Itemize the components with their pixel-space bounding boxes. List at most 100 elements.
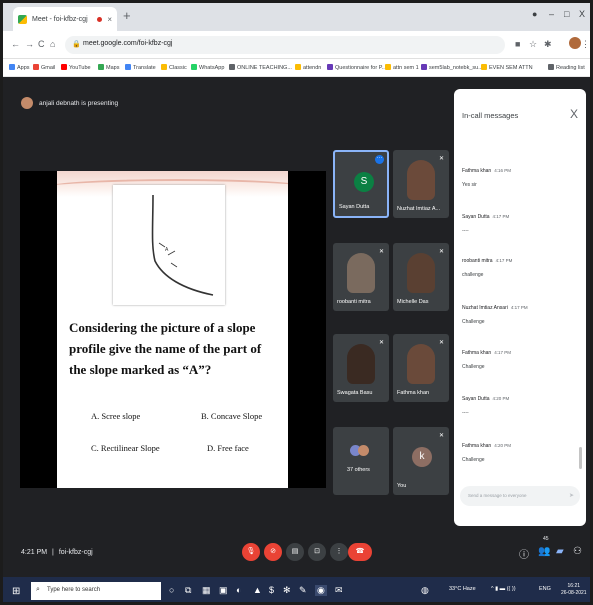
- option-a: A. Scree slope: [91, 411, 141, 421]
- participant-tile[interactable]: ✕ Fathma khan: [393, 334, 449, 402]
- leave-call-button[interactable]: ☎: [348, 543, 372, 561]
- edge-icon[interactable]: ◐: [236, 585, 241, 595]
- more-options-icon[interactable]: ···: [375, 155, 384, 164]
- meet-favicon-icon: [18, 14, 27, 24]
- bookmark-item[interactable]: Maps: [98, 64, 119, 71]
- back-arrow-icon[interactable]: ←: [11, 39, 20, 49]
- chat-message: Fathma khan 4:17 PM Challenge: [462, 350, 511, 370]
- camera-indicator-icon[interactable]: ■: [515, 39, 520, 49]
- mic-off-icon: ✕: [438, 156, 444, 162]
- bookmark-star-icon[interactable]: ☆: [529, 39, 537, 50]
- chat-scrollbar[interactable]: [579, 447, 582, 469]
- task-view-icon[interactable]: ⧉: [185, 585, 191, 596]
- presenter-avatar: [21, 97, 33, 109]
- new-tab-button[interactable]: +: [123, 8, 131, 23]
- bookmark-item[interactable]: attendn: [295, 64, 321, 71]
- chrome-taskbar-icon[interactable]: ◉: [315, 585, 327, 596]
- slope-profile-diagram: A: [113, 185, 225, 305]
- windows-start-icon[interactable]: ⊞: [12, 586, 20, 597]
- reading-list[interactable]: Reading list: [548, 64, 585, 71]
- lock-icon: 🔒: [72, 41, 81, 48]
- bookmark-item[interactable]: EVEN SEM ATTN: [481, 64, 533, 71]
- maximize-button[interactable]: □: [564, 9, 569, 19]
- cortana-icon[interactable]: ○: [169, 585, 174, 595]
- meeting-details[interactable]: 4:21 PM | foi-kfbz-cgj: [21, 549, 93, 556]
- participant-tile[interactable]: ✕ Swagata Basu: [333, 334, 389, 402]
- bookmark-item[interactable]: attn sem 1: [385, 64, 419, 71]
- taskbar-app-icon[interactable]: ◍: [421, 585, 429, 596]
- option-d: D. Free face: [207, 443, 249, 453]
- tab-close-icon[interactable]: ×: [107, 15, 112, 24]
- participant-video: [407, 253, 435, 293]
- browser-toolbar: ← → C ⌂ 🔒 meet.google.com/foi-kfbz-cgj ■…: [3, 31, 590, 59]
- bookmark-item[interactable]: Classic: [161, 64, 187, 71]
- weather-widget[interactable]: 33°C Haze: [449, 586, 476, 592]
- close-chat-icon[interactable]: X: [570, 107, 578, 121]
- taskbar-clock[interactable]: 16:21 26-08-2021: [561, 583, 587, 597]
- others-tile[interactable]: 37 others: [333, 427, 389, 495]
- home-icon[interactable]: ⌂: [50, 39, 55, 49]
- captions-icon: ▤: [291, 548, 299, 555]
- bookmark-item[interactable]: Apps: [9, 64, 30, 71]
- bookmark-item[interactable]: YouTube: [61, 64, 91, 71]
- chat-icon[interactable]: ▰: [556, 546, 564, 557]
- menu-dots-icon[interactable]: ⋮: [581, 39, 590, 50]
- taskbar-app-icon[interactable]: ✎: [299, 585, 307, 596]
- presenter-banner: anjali debnath is presenting: [21, 97, 118, 109]
- taskbar-app-icon[interactable]: ✉: [335, 585, 343, 596]
- reading-list-icon: [548, 64, 554, 70]
- bookmarks-bar: Apps Gmail YouTube Maps Translate Classi…: [3, 59, 590, 77]
- mic-off-icon: ✕: [438, 433, 444, 439]
- close-window-button[interactable]: X: [579, 9, 585, 19]
- reload-icon[interactable]: C: [38, 39, 45, 49]
- activities-icon[interactable]: ⚇: [573, 546, 582, 557]
- forward-arrow-icon[interactable]: →: [25, 39, 34, 49]
- taskbar-search[interactable]: ⌕ Type here to search: [31, 582, 161, 600]
- store-icon[interactable]: ▲: [253, 585, 262, 595]
- present-button[interactable]: ⊡: [308, 543, 326, 561]
- participant-video: [407, 160, 435, 200]
- taskbar-app-icon[interactable]: $: [269, 585, 274, 595]
- participant-tile[interactable]: ✕ roobanti mitra: [333, 243, 389, 311]
- bookmark-item[interactable]: Gmail: [33, 64, 55, 71]
- camera-off-button[interactable]: ⊘: [264, 543, 282, 561]
- calculator-icon[interactable]: ▦: [202, 585, 211, 596]
- others-avatar: [358, 445, 369, 456]
- bookmark-item[interactable]: WhatsApp: [191, 64, 224, 71]
- slide-question: Considering the picture of a slope profi…: [69, 320, 262, 377]
- captions-button[interactable]: ▤: [286, 543, 304, 561]
- send-icon[interactable]: ➤: [569, 492, 574, 499]
- participant-name: Fathma khan: [397, 390, 430, 396]
- participant-tile[interactable]: ··· S Sayan Dutta: [333, 150, 389, 218]
- self-tile[interactable]: k ✕ You: [393, 427, 449, 495]
- minimize-button[interactable]: –: [549, 9, 554, 19]
- word-icon[interactable]: ▣: [219, 585, 228, 596]
- mic-off-button[interactable]: 🎙: [242, 543, 260, 561]
- bookmark-item[interactable]: Translate: [125, 64, 156, 71]
- participant-tile[interactable]: ✕ Nuzhat Imtiaz A...: [393, 150, 449, 218]
- taskbar-app-icon[interactable]: ✻: [283, 585, 291, 596]
- people-count-badge: 45: [543, 536, 549, 542]
- bookmark-item[interactable]: Questionnaire for P...: [327, 64, 386, 71]
- chrome-media-icon[interactable]: ●: [532, 9, 537, 19]
- meet-stage: anjali debnath is presenting A Consideri…: [3, 77, 590, 577]
- browser-tab-meet[interactable]: Meet - foi-kfbz-cgj ×: [13, 7, 117, 31]
- extensions-icon[interactable]: ✱: [544, 39, 552, 50]
- others-count: 37 others: [347, 467, 370, 473]
- meeting-info-icon[interactable]: ⓘ: [519, 546, 529, 561]
- address-bar[interactable]: 🔒 meet.google.com/foi-kfbz-cgj: [65, 36, 505, 54]
- bookmark-item[interactable]: sem5lab_notebk_su...: [421, 64, 483, 71]
- participant-name: Swagata Basu: [337, 390, 373, 396]
- profile-avatar[interactable]: [569, 37, 581, 49]
- language-indicator[interactable]: ENG: [539, 586, 551, 592]
- participant-tile[interactable]: ✕ Michelle Das: [393, 243, 449, 311]
- chat-message-input[interactable]: Send a message to everyone ➤: [460, 486, 580, 506]
- more-vert-icon: ⋮: [335, 548, 343, 555]
- chat-message: Fathma khan 4:20 PM Challenge: [462, 443, 511, 463]
- forms-icon: [421, 64, 427, 70]
- participant-name: Nuzhat Imtiaz A...: [397, 206, 441, 212]
- people-icon[interactable]: 👥: [538, 546, 550, 557]
- system-tray-icons[interactable]: ^ ▮ ▬ (( )): [491, 586, 516, 592]
- more-options-button[interactable]: ⋮: [330, 543, 348, 561]
- bookmark-item[interactable]: ONLINE TEACHING...: [229, 64, 292, 71]
